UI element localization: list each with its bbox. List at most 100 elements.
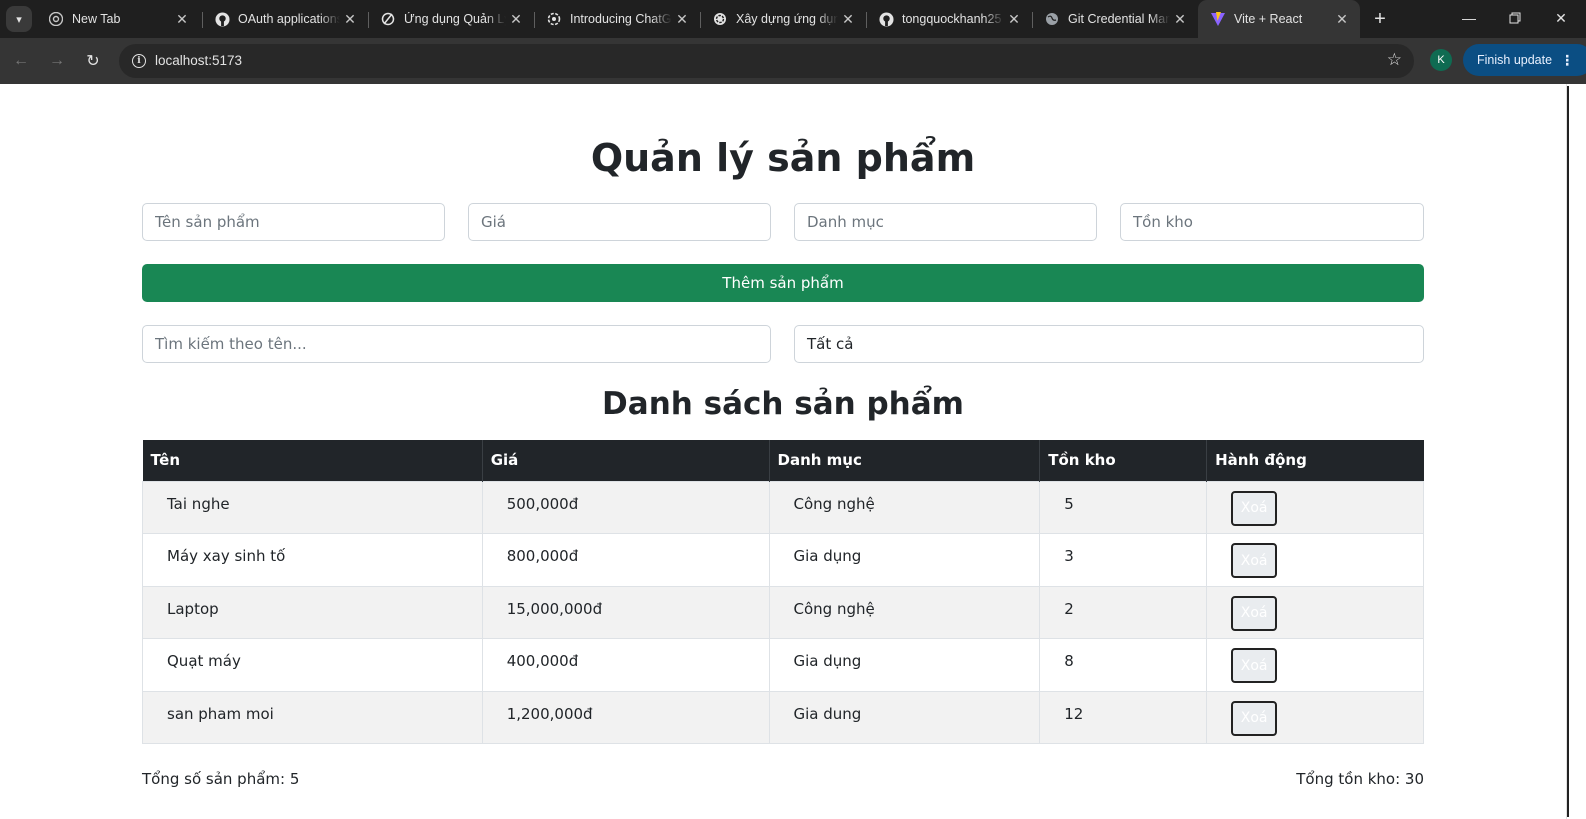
browser-tab[interactable]: Ứng dụng Quản Lý ✕ (368, 4, 534, 34)
close-icon[interactable]: ✕ (1170, 9, 1190, 29)
new-tab-button[interactable]: + (1368, 7, 1392, 31)
tab-title: Vite + React (1234, 12, 1303, 26)
delete-button[interactable]: Xoá (1231, 595, 1278, 631)
cell-name: san pham moi (142, 690, 483, 744)
table-row: Máy xay sinh tố 800,000đ Gia dụng 3 Xoá (142, 533, 1424, 587)
minimize-button[interactable]: — (1446, 0, 1492, 36)
cell-action: Xoá (1206, 585, 1424, 639)
page-content: Quản lý sản phẩm Thêm sản phẩm Tất cả Da… (0, 84, 1566, 819)
delete-button[interactable]: Xoá (1231, 490, 1278, 526)
cell-stock: 3 (1039, 533, 1208, 587)
browser-tab[interactable]: New Tab ✕ (36, 4, 200, 34)
cell-price: 400,000đ (481, 638, 770, 692)
finish-update-button[interactable]: Finish update ⋮ (1463, 44, 1586, 76)
finish-update-label: Finish update (1477, 53, 1553, 67)
arrow-right-icon: → (49, 52, 65, 69)
tab-title: Ứng dụng Quản Lý (404, 12, 506, 26)
tab-title: Xây dựng ứng dụng (736, 12, 838, 26)
browser-tab[interactable]: tongquockhanh25 ✕ (866, 4, 1032, 34)
search-input[interactable] (142, 325, 771, 363)
cell-name: Tai nghe (142, 480, 483, 534)
close-icon[interactable]: ✕ (340, 9, 360, 29)
chrome-icon (48, 11, 64, 27)
cell-category: Công nghệ (768, 480, 1041, 534)
cell-stock: 8 (1039, 638, 1208, 692)
bookmark-star-icon[interactable]: ☆ (1387, 50, 1402, 70)
globe-icon (1044, 11, 1060, 27)
close-icon[interactable]: ✕ (1004, 9, 1024, 29)
page-title: Quản lý sản phẩm (590, 136, 976, 180)
stock-input[interactable] (1120, 203, 1424, 241)
reload-icon: ↻ (86, 53, 100, 70)
product-table: Tên Giá Danh mục Tồn kho Hành động Tai n… (142, 440, 1424, 744)
table-header-row: Tên Giá Danh mục Tồn kho Hành động (142, 440, 1424, 481)
github-icon (214, 11, 230, 27)
delete-button[interactable]: Xoá (1231, 700, 1278, 736)
github-icon (878, 11, 894, 27)
back-button[interactable]: ← (9, 49, 33, 73)
reload-button[interactable]: ↻ (81, 49, 105, 73)
total-stock-label: Tổng tồn kho: 30 (1296, 770, 1424, 788)
browser-tab[interactable]: Git Credential Manager ✕ (1032, 4, 1198, 34)
address-bar[interactable]: i localhost:5173 ☆ (119, 44, 1414, 78)
browser-tab[interactable]: Introducing ChatGPT ✕ (534, 4, 700, 34)
delete-button[interactable]: Xoá (1231, 543, 1278, 578)
close-icon[interactable]: ✕ (838, 9, 858, 29)
restore-icon (1509, 12, 1521, 24)
tab-title: tongquockhanh25 (902, 12, 1002, 26)
table-row: san pham moi 1,200,000đ Gia dung 12 Xoá (142, 690, 1424, 744)
browser-toolbar: ← → ↻ i localhost:5173 ☆ K Finish update… (0, 38, 1586, 84)
price-input[interactable] (468, 203, 771, 241)
cell-name: Máy xay sinh tố (142, 533, 483, 587)
delete-button[interactable]: Xoá (1231, 648, 1278, 683)
cell-price: 800,000đ (481, 533, 770, 587)
tab-title: New Tab (72, 12, 121, 26)
cell-stock: 2 (1039, 585, 1208, 639)
column-header-name: Tên (142, 440, 483, 481)
minimize-icon: — (1462, 10, 1476, 26)
forward-button[interactable]: → (45, 49, 69, 73)
cell-action: Xoá (1206, 638, 1424, 692)
url-text[interactable]: localhost:5173 (155, 53, 242, 68)
browser-tab-active[interactable]: Vite + React ✕ (1198, 0, 1360, 38)
tab-title: Git Credential Manager (1068, 12, 1170, 26)
close-icon[interactable]: ✕ (172, 9, 192, 29)
scrollbar-thumb[interactable] (1567, 86, 1569, 817)
table-row: Quạt máy 400,000đ Gia dụng 8 Xoá (142, 638, 1424, 692)
total-products-label: Tổng số sản phẩm: 5 (142, 770, 300, 788)
close-icon[interactable]: ✕ (1332, 9, 1352, 29)
category-filter-select[interactable]: Tất cả (794, 325, 1424, 363)
cell-category: Gia dụng (768, 638, 1041, 692)
cell-category: Công nghệ (768, 585, 1041, 639)
close-icon: ✕ (1555, 9, 1567, 26)
cell-action: Xoá (1206, 533, 1424, 587)
close-window-button[interactable]: ✕ (1538, 0, 1584, 36)
tab-search-button[interactable]: ▾ (6, 6, 32, 32)
product-name-input[interactable] (142, 203, 445, 241)
site-info-button[interactable]: i (127, 49, 151, 73)
column-header-action: Hành động (1206, 440, 1424, 481)
cell-name: Quạt máy (142, 638, 483, 692)
more-vertical-icon[interactable]: ⋮ (1560, 52, 1574, 69)
close-icon[interactable]: ✕ (506, 9, 526, 29)
add-product-button[interactable]: Thêm sản phẩm (142, 264, 1424, 302)
column-header-category: Danh mục (769, 440, 1041, 481)
table-row: Laptop 15,000,000đ Công nghệ 2 Xoá (142, 585, 1424, 639)
page-scrollbar[interactable] (1566, 84, 1586, 819)
cell-category: Gia dung (768, 690, 1041, 744)
column-header-price: Giá (482, 440, 770, 481)
category-input[interactable] (794, 203, 1097, 241)
browser-tab[interactable]: Xây dựng ứng dụng ✕ (700, 4, 866, 34)
browser-tab[interactable]: OAuth applications ✕ (202, 4, 368, 34)
product-list-title: Danh sách sản phẩm (602, 386, 964, 422)
browser-tabstrip: ▾ New Tab ✕ OAuth applications ✕ Ứng dụn… (0, 0, 1586, 38)
cell-category: Gia dụng (768, 533, 1041, 587)
tab-title: Introducing ChatGPT (570, 12, 672, 26)
restore-button[interactable] (1492, 0, 1538, 36)
openai-icon (546, 11, 562, 27)
openai-icon (712, 11, 728, 27)
close-icon[interactable]: ✕ (672, 9, 692, 29)
cell-price: 15,000,000đ (481, 585, 770, 639)
profile-avatar[interactable]: K (1430, 49, 1452, 71)
sync-icon (380, 11, 396, 27)
